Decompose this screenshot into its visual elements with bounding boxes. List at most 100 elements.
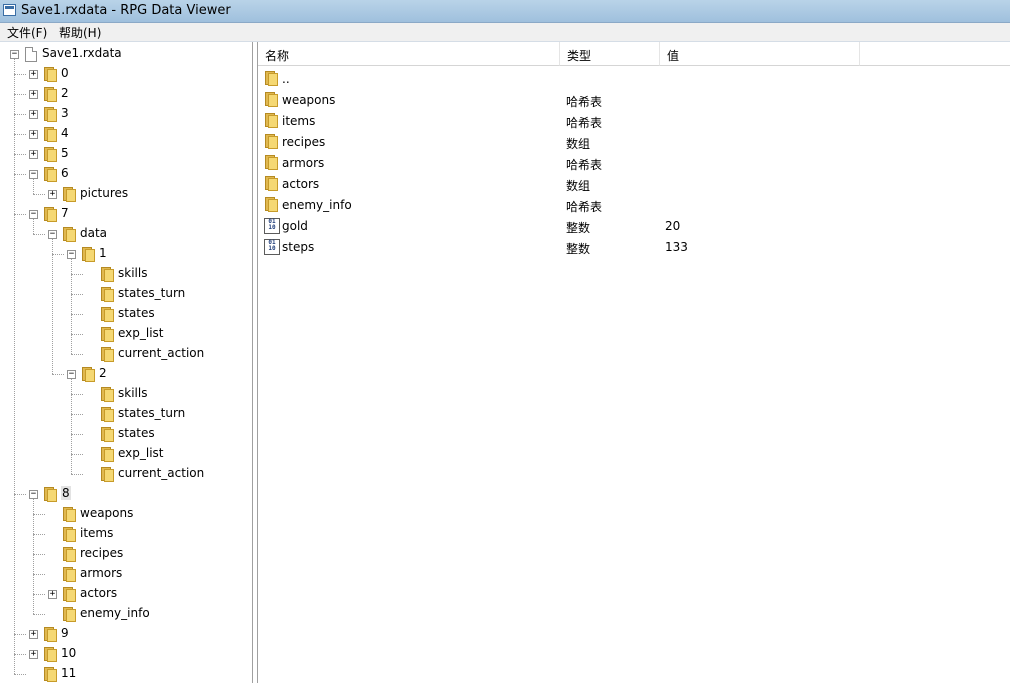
- tree-node[interactable]: skills: [0, 264, 240, 284]
- menu-help[interactable]: 帮助(H): [57, 24, 103, 41]
- tree-node[interactable]: +9: [0, 624, 240, 644]
- tree-node[interactable]: −6: [0, 164, 240, 184]
- integer-icon: 01 10: [264, 218, 280, 234]
- collapse-minus-icon[interactable]: −: [67, 370, 76, 379]
- folder-icon: [99, 307, 115, 322]
- expand-plus-icon[interactable]: +: [29, 150, 38, 159]
- tree-node-label: 6: [61, 166, 69, 180]
- column-header-name[interactable]: 名称: [258, 42, 560, 66]
- list-row[interactable]: actors 数组: [258, 174, 1010, 195]
- tree-node[interactable]: enemy_info: [0, 604, 240, 624]
- tree-view[interactable]: − Save1.rxdata +0 +2 +3 +4 +5−6 + pictures −7− dat…: [0, 42, 253, 683]
- collapse-minus-icon[interactable]: −: [29, 170, 38, 179]
- list-row[interactable]: 01 10 steps 整数 133: [258, 237, 1010, 258]
- tree-node[interactable]: current_action: [0, 344, 240, 364]
- folder-icon: [99, 347, 115, 362]
- folder-icon: [99, 327, 115, 342]
- tree-node[interactable]: −7: [0, 204, 240, 224]
- tree-node[interactable]: skills: [0, 384, 240, 404]
- list-row[interactable]: 01 10 gold 整数 20: [258, 216, 1010, 237]
- tree-node[interactable]: + actors: [0, 584, 240, 604]
- tree-node[interactable]: current_action: [0, 464, 240, 484]
- folder-icon: [42, 667, 58, 682]
- tree-node-label: states_turn: [118, 406, 186, 420]
- tree-node[interactable]: recipes: [0, 544, 240, 564]
- expand-plus-icon[interactable]: +: [48, 190, 57, 199]
- tree-node-label: skills: [118, 266, 148, 280]
- tree-node[interactable]: exp_list: [0, 444, 240, 464]
- tree-node-label: 2: [99, 366, 107, 380]
- menu-file[interactable]: 文件(F): [5, 24, 49, 41]
- tree-node[interactable]: +3: [0, 104, 240, 124]
- list-row[interactable]: recipes 数组: [258, 132, 1010, 153]
- tree-node[interactable]: + pictures: [0, 184, 240, 204]
- tree-node[interactable]: weapons: [0, 504, 240, 524]
- list-cell-name: actors: [282, 177, 320, 191]
- collapse-minus-icon[interactable]: −: [29, 490, 38, 499]
- collapse-minus-icon[interactable]: −: [10, 50, 19, 59]
- collapse-minus-icon[interactable]: −: [67, 250, 76, 259]
- tree-node-label: current_action: [118, 346, 205, 360]
- tree-node[interactable]: states: [0, 424, 240, 444]
- expand-plus-icon[interactable]: +: [48, 590, 57, 599]
- tree-node[interactable]: 11: [0, 664, 240, 683]
- tree-node-label: 1: [99, 246, 107, 260]
- tree-node[interactable]: armors: [0, 564, 240, 584]
- folder-icon: [263, 71, 279, 86]
- tree-node[interactable]: +10: [0, 644, 240, 664]
- expand-plus-icon[interactable]: +: [29, 130, 38, 139]
- list-cell-value: 133: [665, 240, 688, 254]
- tree-node[interactable]: states_turn: [0, 284, 240, 304]
- folder-icon: [42, 127, 58, 142]
- list-row[interactable]: armors 哈希表: [258, 153, 1010, 174]
- menu-bar: 文件(F) 帮助(H): [0, 23, 1010, 42]
- list-cell-name: recipes: [282, 135, 326, 149]
- folder-icon: [42, 647, 58, 662]
- column-header-name-label: 名称: [265, 49, 290, 63]
- tree-node[interactable]: −2: [0, 364, 240, 384]
- column-header-type[interactable]: 类型: [560, 42, 660, 66]
- column-header-filler: [860, 42, 1010, 66]
- folder-icon: [61, 547, 77, 562]
- list-cell-type: 整数: [566, 242, 591, 256]
- expand-plus-icon[interactable]: +: [29, 650, 38, 659]
- folder-icon: [99, 387, 115, 402]
- tree-node[interactable]: +4: [0, 124, 240, 144]
- tree-node[interactable]: − data: [0, 224, 240, 244]
- tree-node-label: current_action: [118, 466, 205, 480]
- collapse-minus-icon[interactable]: −: [48, 230, 57, 239]
- expand-plus-icon[interactable]: +: [29, 90, 38, 99]
- tree-node[interactable]: +2: [0, 84, 240, 104]
- tree-node[interactable]: items: [0, 524, 240, 544]
- folder-icon: [99, 267, 115, 282]
- list-view[interactable]: 名称 类型 值 .. weapons 哈希表 items 哈希表 recipes 数组 arm…: [257, 42, 1010, 683]
- list-row[interactable]: items 哈希表: [258, 111, 1010, 132]
- list-cell-type: 哈希表: [566, 158, 603, 172]
- expand-plus-icon[interactable]: +: [29, 110, 38, 119]
- tree-node[interactable]: +0: [0, 64, 240, 84]
- folder-icon: [263, 113, 279, 128]
- tree-node[interactable]: +5: [0, 144, 240, 164]
- tree-node[interactable]: states: [0, 304, 240, 324]
- folder-icon: [263, 197, 279, 212]
- list-row[interactable]: ..: [258, 69, 1010, 90]
- column-header-value[interactable]: 值: [660, 42, 860, 66]
- list-cell-type: 数组: [566, 137, 591, 151]
- tree-node-label: recipes: [80, 546, 124, 560]
- folder-icon: [61, 227, 77, 242]
- tree-node[interactable]: −8: [0, 484, 240, 504]
- tree-node[interactable]: states_turn: [0, 404, 240, 424]
- tree-node[interactable]: − Save1.rxdata: [0, 44, 240, 64]
- tree-node[interactable]: −1: [0, 244, 240, 264]
- tree-node-label: exp_list: [118, 326, 164, 340]
- list-cell-name: steps: [282, 240, 315, 254]
- expand-plus-icon[interactable]: +: [29, 70, 38, 79]
- tree-node-label: pictures: [80, 186, 129, 200]
- expand-plus-icon[interactable]: +: [29, 630, 38, 639]
- tree-node[interactable]: exp_list: [0, 324, 240, 344]
- folder-icon: [61, 507, 77, 522]
- collapse-minus-icon[interactable]: −: [29, 210, 38, 219]
- list-row[interactable]: weapons 哈希表: [258, 90, 1010, 111]
- list-row[interactable]: enemy_info 哈希表: [258, 195, 1010, 216]
- title-bar: Save1.rxdata - RPG Data Viewer: [0, 0, 1010, 23]
